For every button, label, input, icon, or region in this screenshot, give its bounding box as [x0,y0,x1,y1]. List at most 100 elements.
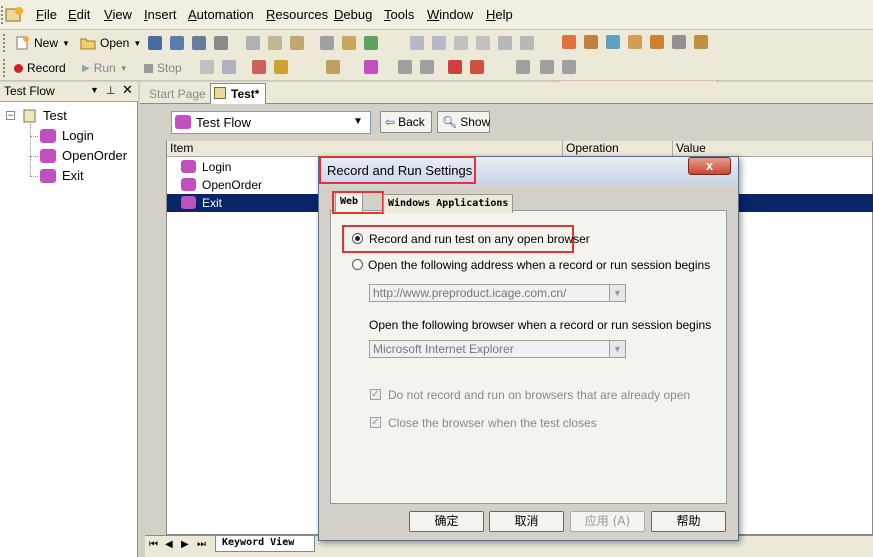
check-icon[interactable] [364,36,378,50]
print-preview-icon[interactable] [192,36,206,50]
replace-icon[interactable] [520,36,534,50]
stop-button[interactable]: Stop [144,59,182,77]
close-icon[interactable]: ✕ [122,82,133,98]
check1-box[interactable]: ✓ [370,389,381,400]
step-generator-icon[interactable] [540,60,554,74]
check2-label: Close the browser when the test closes [388,416,597,430]
save-all-icon[interactable] [170,36,184,50]
tab-start-page[interactable]: Start Page [143,84,212,104]
open-button[interactable]: Open ▼ [80,34,141,52]
panel-menu-icon[interactable]: ▼ [90,85,99,95]
save-icon[interactable] [148,36,162,50]
low-level-icon[interactable] [222,60,236,74]
close-button[interactable]: x [688,157,731,175]
find-icon[interactable] [498,36,512,50]
breakpoint-icon[interactable] [252,60,266,74]
data-table-icon[interactable] [628,35,642,49]
cut-icon[interactable] [246,36,260,50]
menu-automation[interactable]: Automation [188,7,254,22]
apply-button[interactable]: 应用 (A) [570,511,645,532]
help-button[interactable]: 帮助 [651,511,726,532]
chevron-down-icon[interactable]: ▼ [609,285,625,301]
copy-icon[interactable] [268,36,282,50]
column-header-item[interactable]: Item [167,141,563,157]
export-icon[interactable] [470,60,484,74]
object-spy-icon[interactable] [584,35,598,49]
flow-combo[interactable]: Test Flow ▼ [171,111,371,134]
menu-insert[interactable]: Insert [144,7,177,22]
tab-windows-applications[interactable]: Windows Applications [383,194,514,213]
automation-toolbar: Record ▶ Run ▼ Stop [0,55,873,81]
column-header-value[interactable]: Value [673,141,873,157]
action-icon[interactable] [364,60,378,74]
step-icon[interactable] [274,60,288,74]
redo-icon[interactable] [432,36,446,50]
properties-icon[interactable] [342,36,356,50]
chevron-down-icon[interactable]: ▼ [353,116,363,127]
test-icon [214,87,226,99]
checkpoint-icon[interactable] [606,35,620,49]
cancel-button[interactable]: 取消 [489,511,564,532]
edit-icon[interactable] [320,36,334,50]
resources-icon[interactable] [562,60,576,74]
settings-icon[interactable] [694,35,708,49]
menu-window[interactable]: Window [427,7,473,22]
chevron-down-icon[interactable]: ▼ [609,341,625,357]
object-repository-icon[interactable] [562,35,576,49]
menu-file[interactable]: File [36,7,57,22]
stop-label: Stop [157,61,182,75]
function-icon[interactable] [650,35,664,49]
tree-item-login[interactable]: Login [62,128,94,143]
toolbar-grip[interactable] [3,34,7,52]
back-button[interactable]: ⇦ Back [380,111,432,133]
record-label: Record [27,61,66,75]
menu-debug[interactable]: Debug [334,7,372,22]
insert-step-icon[interactable] [326,60,340,74]
list-icon[interactable] [516,60,530,74]
record-button[interactable]: Record [14,59,66,77]
menu-resources[interactable]: Resources [266,7,328,22]
toolbar-grip[interactable] [3,59,7,77]
show-button[interactable]: 🔍︎ Show [437,111,490,133]
tree-item-openorder[interactable]: OpenOrder [62,148,127,163]
uncomment-icon[interactable] [476,36,490,50]
option2-label: Open the following address when a record… [368,258,711,272]
call-action-icon[interactable] [448,60,462,74]
web-tab-highlight [332,191,384,214]
run-button[interactable]: ▶ Run ▼ [82,59,128,77]
first-tab-icon[interactable]: ⏮ [149,539,158,550]
undo-icon[interactable] [410,36,424,50]
tab-keyword-view[interactable]: Keyword View [215,536,315,552]
chevron-down-icon: ▼ [62,38,70,48]
tree-root-test[interactable]: Test [43,108,67,123]
collapse-icon[interactable]: − [6,111,15,120]
analog-icon[interactable] [200,60,214,74]
menu-help[interactable]: Help [486,7,513,22]
pin-icon[interactable]: ⊥ [106,84,116,97]
options-icon[interactable] [672,35,686,49]
column-header-operation[interactable]: Operation [563,141,673,157]
check2-box[interactable]: ✓ [370,417,381,428]
last-tab-icon[interactable]: ⏭ [197,539,206,550]
prev-tab-icon[interactable]: ◀ [165,539,173,550]
print-icon[interactable] [214,36,228,50]
split-icon[interactable] [398,60,412,74]
comment-icon[interactable] [454,36,468,50]
flow-combo-value: Test Flow [196,115,251,130]
menu-tools[interactable]: Tools [384,7,414,22]
tree-item-exit[interactable]: Exit [62,168,84,183]
new-button[interactable]: New ▼ [14,34,70,52]
option1-radio[interactable] [352,233,363,244]
tab-test[interactable]: Test* [210,83,266,104]
address-combo[interactable]: http://www.preproduct.icage.com.cn/ ▼ [369,284,626,302]
option2-radio[interactable] [352,259,363,270]
menu-edit[interactable]: Edit [68,7,90,22]
row-label: Exit [202,196,223,210]
merge-icon[interactable] [420,60,434,74]
next-tab-icon[interactable]: ▶ [181,539,189,550]
browser-combo[interactable]: Microsoft Internet Explorer ▼ [369,340,626,358]
ok-button[interactable]: 确定 [409,511,484,532]
menu-view[interactable]: View [104,7,132,22]
tree-line [30,176,38,177]
paste-icon[interactable] [290,36,304,50]
